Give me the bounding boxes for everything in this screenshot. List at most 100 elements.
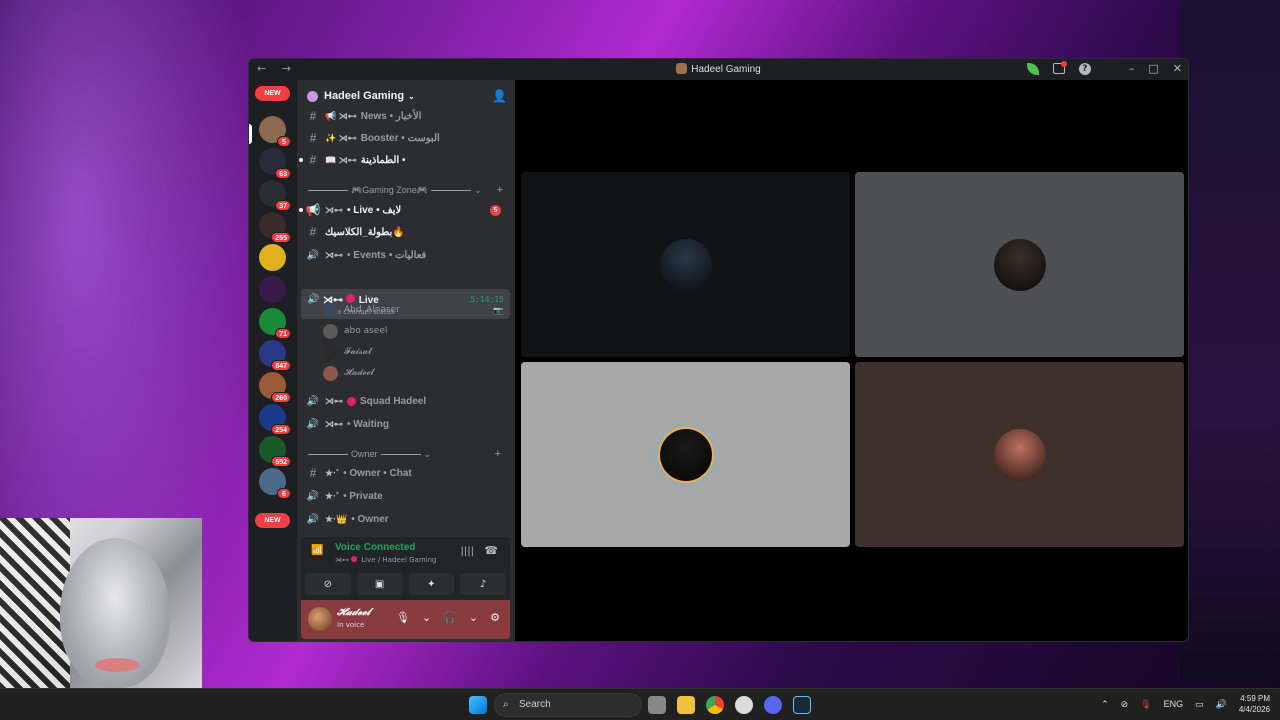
channel-label: • Events • فعاليات	[347, 249, 427, 261]
channel-live-text[interactable]: 📢 ⋊⊷ • Live • لايف 5	[299, 200, 507, 220]
server-icon-9[interactable]: 260	[259, 372, 291, 403]
server-icon-4[interactable]: 255	[259, 212, 291, 243]
server-icon-7[interactable]: 71	[259, 308, 291, 339]
divider	[380, 453, 421, 455]
hash-icon: #	[309, 466, 317, 480]
channel-owner[interactable]: 🔊 ★·👑 • Owner	[305, 509, 507, 529]
avatar	[323, 344, 338, 360]
webcam-lips	[95, 658, 140, 672]
server-icon-8[interactable]: 847	[259, 340, 291, 371]
window-title-text: Hadeel Gaming	[691, 64, 761, 75]
video-tile[interactable]	[521, 362, 850, 547]
close-button[interactable]: ✕	[1173, 62, 1182, 75]
star-icon: ★·˚	[325, 490, 340, 501]
microphone-icon[interactable]: 🎙	[1140, 699, 1151, 710]
headphones-icon[interactable]: 🎧	[443, 611, 457, 624]
chevron-down-icon: ⌄	[473, 184, 482, 195]
server-icon-5[interactable]	[259, 244, 286, 271]
display-icon[interactable]: ▭	[1195, 699, 1204, 710]
camera-off-icon: ⊘	[323, 578, 333, 590]
steam-icon[interactable]	[793, 696, 811, 714]
app-icon[interactable]	[735, 696, 753, 714]
volume-icon[interactable]: 🔊	[1216, 699, 1227, 710]
add-channel-icon[interactable]: +	[495, 448, 501, 460]
chevron-down-icon: ⌄	[408, 91, 415, 101]
channel-owner-chat[interactable]: # ★·˚ • Owner • Chat	[305, 463, 507, 483]
discord-icon[interactable]	[764, 696, 782, 714]
language-indicator[interactable]: ENG	[1164, 699, 1184, 709]
category-gaming-zone[interactable]: 🎮 Gaming Zone 🎮 ⌄ +	[305, 182, 507, 198]
add-channel-icon[interactable]: +	[497, 184, 503, 196]
speaker-icon: 🔊	[307, 294, 320, 305]
category-owner[interactable]: Owner ⌄ +	[305, 446, 507, 462]
signal-icon[interactable]: 📶	[311, 545, 325, 559]
voice-action-buttons: ⊘ ▣ ✦ ♪	[305, 573, 506, 595]
new-pill-bottom[interactable]: NEW	[255, 513, 290, 528]
chevron-down-icon[interactable]: ⌄	[422, 611, 431, 624]
voice-user[interactable]: abo aseel	[323, 322, 503, 340]
channel-news[interactable]: # 📢 ⋊⊷ News • الأخبار	[305, 106, 507, 126]
unread-badge: 260	[271, 392, 291, 403]
task-view-icon[interactable]	[648, 696, 666, 714]
maximize-button[interactable]: □	[1148, 62, 1158, 75]
channel-squad[interactable]: 🔊 ⋊⊷ Squad Hadeel	[305, 391, 507, 411]
noise-suppression-icon[interactable]: ||||	[461, 546, 474, 557]
channel-booster[interactable]: # ✨ ⋊⊷ Booster • البوست	[305, 128, 507, 148]
user-status: In voice	[337, 621, 365, 629]
chrome-icon[interactable]	[706, 696, 724, 714]
avatar	[323, 323, 338, 339]
clock[interactable]: 4:59 PM 4/4/2026	[1239, 693, 1270, 715]
screen-share-button[interactable]: ▣	[356, 573, 403, 595]
nitro-leaf-icon[interactable]	[1026, 62, 1039, 75]
voice-user[interactable]: 𝓕𝓪𝓲𝓼𝓪𝓵	[323, 343, 503, 361]
video-tile[interactable]	[521, 172, 850, 357]
server-icon-12[interactable]: 6	[259, 468, 291, 499]
voice-connected-label[interactable]: Voice Connected	[335, 542, 415, 553]
server-icon-11[interactable]: 552	[259, 436, 291, 467]
channel-tournament[interactable]: # بطولة_الكلاسيك 🔥	[305, 222, 507, 242]
video-tile[interactable]	[855, 362, 1184, 547]
activities-button[interactable]: ✦	[408, 573, 455, 595]
disconnect-icon[interactable]: ☎	[484, 544, 498, 557]
minimize-button[interactable]: –	[1129, 62, 1135, 75]
channel-events[interactable]: 🔊 ⋊⊷ • Events • فعاليات	[305, 245, 507, 265]
voice-channel-subtitle[interactable]: ⋊⊷ Live / Hadeel Gaming	[335, 556, 436, 564]
channel-mod[interactable]: # 📖 ⋊⊷ الطماذينة •	[299, 150, 507, 170]
soundboard-button[interactable]: ♪	[460, 573, 506, 595]
deco-icon: ⋊⊷	[325, 418, 343, 429]
microphone-icon[interactable]: 🎙	[396, 611, 410, 624]
server-icon-6[interactable]	[259, 276, 286, 303]
help-icon[interactable]: ?	[1078, 62, 1091, 75]
chevron-down-icon[interactable]: ⌄	[469, 611, 478, 624]
unread-badge: 552	[271, 456, 291, 467]
file-explorer-icon[interactable]	[677, 696, 695, 714]
chevron-up-icon[interactable]: ⌃	[1101, 699, 1109, 710]
avatar[interactable]	[308, 607, 332, 631]
search-box[interactable]: ⌕ Search	[494, 693, 642, 717]
user-name[interactable]: 𝓗𝓪𝓭𝓮𝓮𝓵	[337, 607, 370, 618]
deco-icon: ⋊⊷	[325, 395, 343, 406]
inbox-icon[interactable]	[1052, 61, 1067, 74]
gear-icon[interactable]: ⚙	[490, 611, 500, 624]
voice-user[interactable]: 𝓗𝓪𝓭𝓮𝓮𝓵	[323, 364, 503, 382]
network-off-icon[interactable]: ⊘	[1121, 699, 1129, 710]
chevron-down-icon: ⌄	[423, 448, 432, 459]
channel-private[interactable]: 🔊 ★·˚ • Private	[305, 486, 507, 506]
voice-subtitle-text: Live / Hadeel Gaming	[361, 556, 437, 564]
server-icon-10[interactable]: 254	[259, 404, 291, 435]
server-icon-1[interactable]: 5	[259, 116, 291, 147]
camera-off-button[interactable]: ⊘	[305, 573, 351, 595]
new-pill-top[interactable]: NEW	[255, 86, 290, 101]
voice-user[interactable]: Abd_Alnaser 📷	[323, 301, 503, 319]
discord-window: ← → Hadeel Gaming ? – □ ✕ NEW 5 63 37 255 71…	[248, 58, 1189, 642]
speaker-icon: 🔊	[306, 249, 320, 261]
video-tile[interactable]	[855, 172, 1184, 357]
start-icon[interactable]	[469, 696, 487, 714]
channel-sidebar: Hadeel Gaming ⌄ 👤 # 📢 ⋊⊷ News • الأخبار # ✨…	[297, 80, 515, 641]
user-panel: 𝓗𝓪𝓭𝓮𝓮𝓵 In voice 🎙 ⌄ 🎧 ⌄ ⚙	[301, 600, 510, 639]
server-icon-2[interactable]: 63	[259, 148, 291, 179]
camera-icon: 📷	[493, 305, 503, 315]
add-member-icon[interactable]: 👤	[492, 89, 507, 103]
channel-waiting[interactable]: 🔊 ⋊⊷ • Waiting	[305, 414, 507, 434]
server-icon-3[interactable]: 37	[259, 180, 291, 211]
